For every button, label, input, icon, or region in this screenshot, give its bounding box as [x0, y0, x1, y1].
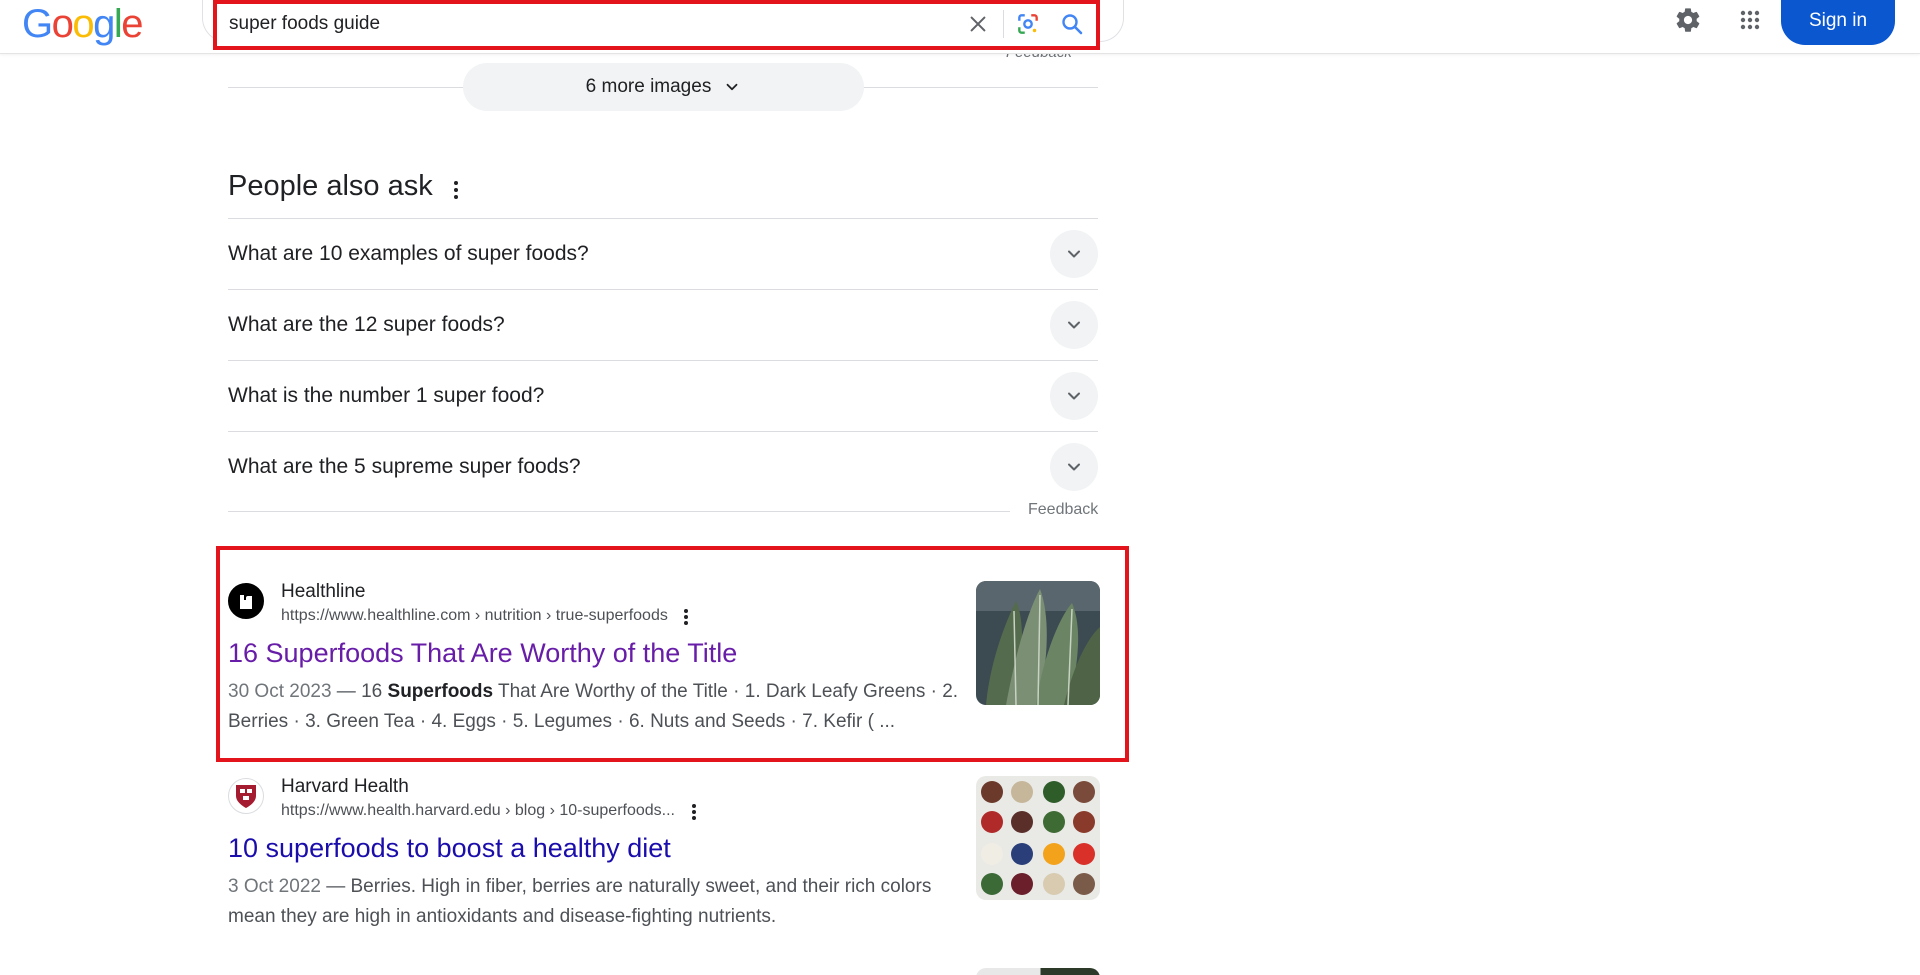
result-url[interactable]: https://www.health.harvard.edu › blog › … — [281, 802, 675, 820]
result-title-link[interactable]: 16 Superfoods That Are Worthy of the Tit… — [228, 638, 737, 669]
logo-letter: e — [121, 2, 143, 46]
result-date: 3 Oct 2022 — [228, 876, 321, 897]
chevron-down-icon[interactable] — [1050, 372, 1098, 420]
logo-letter: l — [113, 2, 123, 46]
result-site-name[interactable]: Healthline — [281, 581, 366, 603]
result-snippet: 3 Oct 2022 — Berries. High in fiber, ber… — [228, 872, 968, 932]
logo-letter: G — [22, 2, 53, 46]
google-logo[interactable]: Google — [22, 2, 143, 46]
search-icon[interactable] — [1057, 9, 1087, 39]
result-date: 30 Oct 2023 — [228, 681, 332, 702]
more-options-icon[interactable] — [677, 607, 695, 627]
sign-in-button[interactable]: Sign in — [1781, 0, 1895, 45]
paa-feedback-link[interactable]: Feedback — [1028, 501, 1098, 519]
snippet-text: — Berries. High in fiber, berries are na… — [228, 876, 932, 927]
more-options-icon[interactable] — [444, 176, 468, 204]
harvard-favicon[interactable] — [228, 778, 264, 814]
result-thumbnail-partial[interactable] — [976, 968, 1100, 975]
paa-question[interactable]: What are 10 examples of super foods? — [228, 218, 1098, 289]
apps-grid-icon[interactable] — [1732, 2, 1768, 38]
result-snippet: 30 Oct 2023 — 16 Superfoods That Are Wor… — [228, 677, 968, 737]
result-title-link[interactable]: 10 superfoods to boost a healthy diet — [228, 833, 671, 864]
chevron-down-icon[interactable] — [1050, 301, 1098, 349]
chevron-down-icon[interactable] — [1050, 443, 1098, 491]
more-images-button[interactable]: 6 more images — [463, 63, 864, 111]
google-lens-icon[interactable] — [1013, 9, 1043, 39]
more-options-icon[interactable] — [685, 802, 703, 822]
healthline-favicon[interactable] — [228, 583, 264, 619]
snippet-bold: Superfoods — [387, 681, 494, 702]
search-divider — [1003, 10, 1004, 38]
result-thumbnail[interactable] — [976, 776, 1100, 900]
search-input[interactable] — [229, 10, 929, 38]
paa-question-text: What is the number 1 super food? — [228, 384, 545, 407]
snippet-text: — 16 — [331, 681, 388, 702]
chevron-down-icon[interactable] — [1050, 230, 1098, 278]
gear-icon[interactable] — [1670, 2, 1706, 38]
top-bar: Google super foods guide Sign in — [0, 0, 1920, 54]
search-box-highlight — [213, 0, 1100, 50]
chevron-down-icon — [726, 83, 738, 91]
paa-question-text: What are the 5 supreme super foods? — [228, 455, 581, 478]
logo-letter: g — [93, 2, 115, 46]
paa-question[interactable]: What are the 5 supreme super foods? — [228, 431, 1098, 502]
close-icon[interactable] — [963, 9, 993, 39]
paa-question-text: What are the 12 super foods? — [228, 313, 505, 336]
paa-question-text: What are 10 examples of super foods? — [228, 242, 589, 265]
logo-letter: o — [72, 2, 94, 46]
people-also-ask-list: What are 10 examples of super foods? Wha… — [228, 218, 1098, 502]
result-thumbnail[interactable] — [976, 581, 1100, 705]
people-also-ask-title: People also ask — [228, 170, 433, 202]
logo-letter: o — [51, 2, 74, 46]
result-url[interactable]: https://www.healthline.com › nutrition ›… — [281, 607, 668, 625]
paa-question[interactable]: What are the 12 super foods? — [228, 289, 1098, 360]
paa-divider — [228, 511, 1010, 512]
more-images-label: 6 more images — [585, 76, 712, 97]
paa-question[interactable]: What is the number 1 super food? — [228, 360, 1098, 431]
result-site-name[interactable]: Harvard Health — [281, 776, 409, 798]
